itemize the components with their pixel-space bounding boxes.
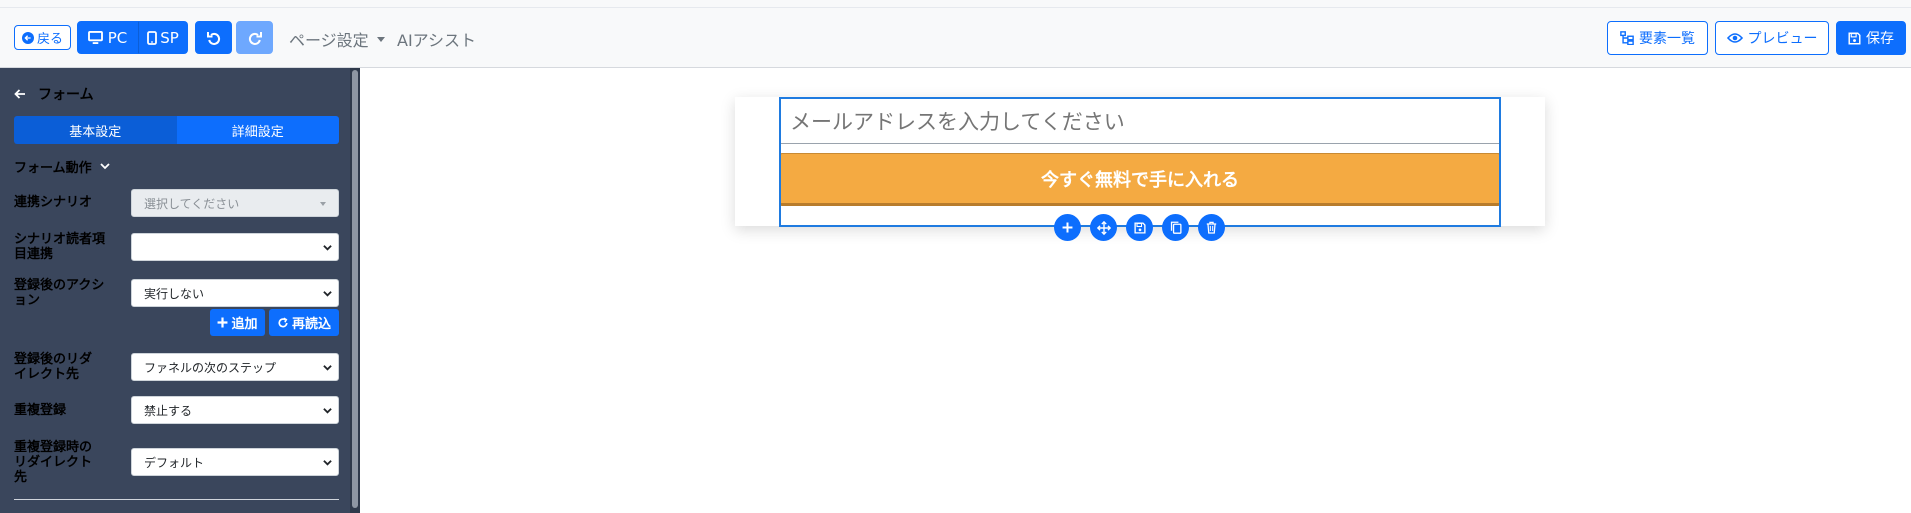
- caret-down-icon: [376, 36, 385, 42]
- reader-mapping-select[interactable]: [131, 233, 339, 261]
- save-button[interactable]: 保存: [1836, 21, 1906, 55]
- floppy-disk-icon: [1133, 221, 1146, 234]
- add-action-button[interactable]: 追加: [210, 309, 265, 336]
- arrow-left-circle-icon: [21, 31, 34, 44]
- chevron-down-icon: [323, 460, 332, 466]
- scenario-select-placeholder: 選択してください: [144, 196, 240, 211]
- settings-tabs: 基本設定 詳細設定: [14, 116, 339, 144]
- add-label: 追加: [231, 317, 258, 332]
- reload-icon: [278, 316, 288, 327]
- sp-view-button[interactable]: SP: [138, 21, 188, 54]
- duplicate-value: 禁止する: [144, 403, 193, 418]
- sidebar-back-link[interactable]: フォーム: [14, 84, 94, 104]
- undo-icon: [206, 31, 220, 45]
- undo-button[interactable]: [195, 21, 232, 54]
- move-icon: [1096, 220, 1111, 235]
- sidebar-title: フォーム: [38, 87, 94, 103]
- chevron-down-icon: [323, 245, 332, 251]
- elements-list-label: 要素一覧: [1639, 31, 1695, 47]
- move-block-button[interactable]: [1090, 214, 1117, 241]
- redirect-select[interactable]: ファネルの次のステップ: [131, 353, 339, 381]
- back-label: 戻る: [36, 32, 63, 47]
- chevron-down-icon: [323, 408, 332, 414]
- caret-down-icon: [320, 202, 326, 206]
- back-button[interactable]: 戻る: [14, 25, 71, 50]
- tab-detail-settings[interactable]: 詳細設定: [176, 116, 339, 144]
- sp-label: SP: [160, 28, 179, 47]
- elements-list-button[interactable]: 要素一覧: [1607, 21, 1708, 55]
- eye-icon: [1726, 33, 1743, 43]
- ai-assist-label: AIアシスト: [397, 31, 477, 50]
- floppy-disk-icon: [1848, 31, 1861, 45]
- field-label-duplicate: 重複登録: [14, 403, 67, 418]
- field-label-scenario: 連携シナリオ: [14, 195, 93, 210]
- tab-basic-label: 基本設定: [69, 124, 122, 140]
- pc-label: PC: [107, 28, 128, 47]
- diagram-icon: [1620, 31, 1634, 45]
- field-label-duplicate-redirect: 重複登録時のリダイレクト先: [14, 440, 93, 485]
- pc-view-button[interactable]: PC: [77, 21, 138, 54]
- duplicate-redirect-select[interactable]: デフォルト: [131, 448, 339, 476]
- save-block-button[interactable]: [1126, 214, 1153, 241]
- reload-label: 再読込: [291, 317, 331, 332]
- duplicate-redirect-value: デフォルト: [144, 455, 205, 470]
- arrow-left-icon: [14, 89, 25, 99]
- tab-basic-settings[interactable]: 基本設定: [14, 116, 177, 144]
- delete-block-button[interactable]: [1198, 214, 1225, 241]
- add-block-button[interactable]: [1054, 214, 1081, 241]
- reload-button[interactable]: 再読込: [269, 309, 339, 336]
- save-label: 保存: [1866, 31, 1894, 47]
- copy-block-button[interactable]: [1162, 214, 1189, 241]
- plus-icon: [1062, 222, 1073, 233]
- sidebar-divider: [14, 499, 339, 500]
- sidebar-scroll-thumb[interactable]: [352, 70, 358, 508]
- after-action-select[interactable]: 実行しない: [131, 279, 339, 307]
- chevron-down-icon: [323, 291, 332, 297]
- ai-assist-menu[interactable]: AIアシスト: [397, 27, 476, 51]
- redo-button[interactable]: [236, 21, 273, 54]
- top-toolbar: 戻る PC SP ページ設定 AIアシスト 要素一覧 プレビュー 保存: [0, 8, 1911, 68]
- preview-label: プレビュー: [1747, 31, 1818, 47]
- chevron-down-icon: [99, 163, 110, 170]
- desktop-icon: [87, 31, 103, 44]
- plus-icon: [218, 317, 228, 328]
- redo-icon: [248, 31, 262, 45]
- form-behavior-section-toggle[interactable]: フォーム動作: [14, 157, 110, 176]
- trash-icon: [1206, 221, 1217, 234]
- mobile-icon: [147, 30, 158, 45]
- page-settings-menu[interactable]: ページ設定: [289, 27, 385, 51]
- copy-icon: [1170, 221, 1182, 234]
- chevron-down-icon: [323, 365, 332, 371]
- redirect-value: ファネルの次のステップ: [144, 360, 277, 375]
- preview-button[interactable]: プレビュー: [1715, 21, 1829, 55]
- scenario-select[interactable]: 選択してください: [131, 189, 339, 217]
- top-strip: [0, 0, 1911, 8]
- tab-detail-label: 詳細設定: [231, 124, 284, 140]
- page-settings-label: ページ設定: [289, 31, 369, 50]
- duplicate-select[interactable]: 禁止する: [131, 396, 339, 424]
- field-label-redirect: 登録後のリダイレクト先: [14, 352, 93, 382]
- field-label-reader-mapping: シナリオ読者項目連携: [14, 232, 106, 262]
- selected-element-frame: [779, 97, 1501, 227]
- section-title: フォーム動作: [14, 161, 92, 176]
- field-label-after-action: 登録後のアクション: [14, 278, 105, 308]
- after-action-value: 実行しない: [144, 286, 205, 301]
